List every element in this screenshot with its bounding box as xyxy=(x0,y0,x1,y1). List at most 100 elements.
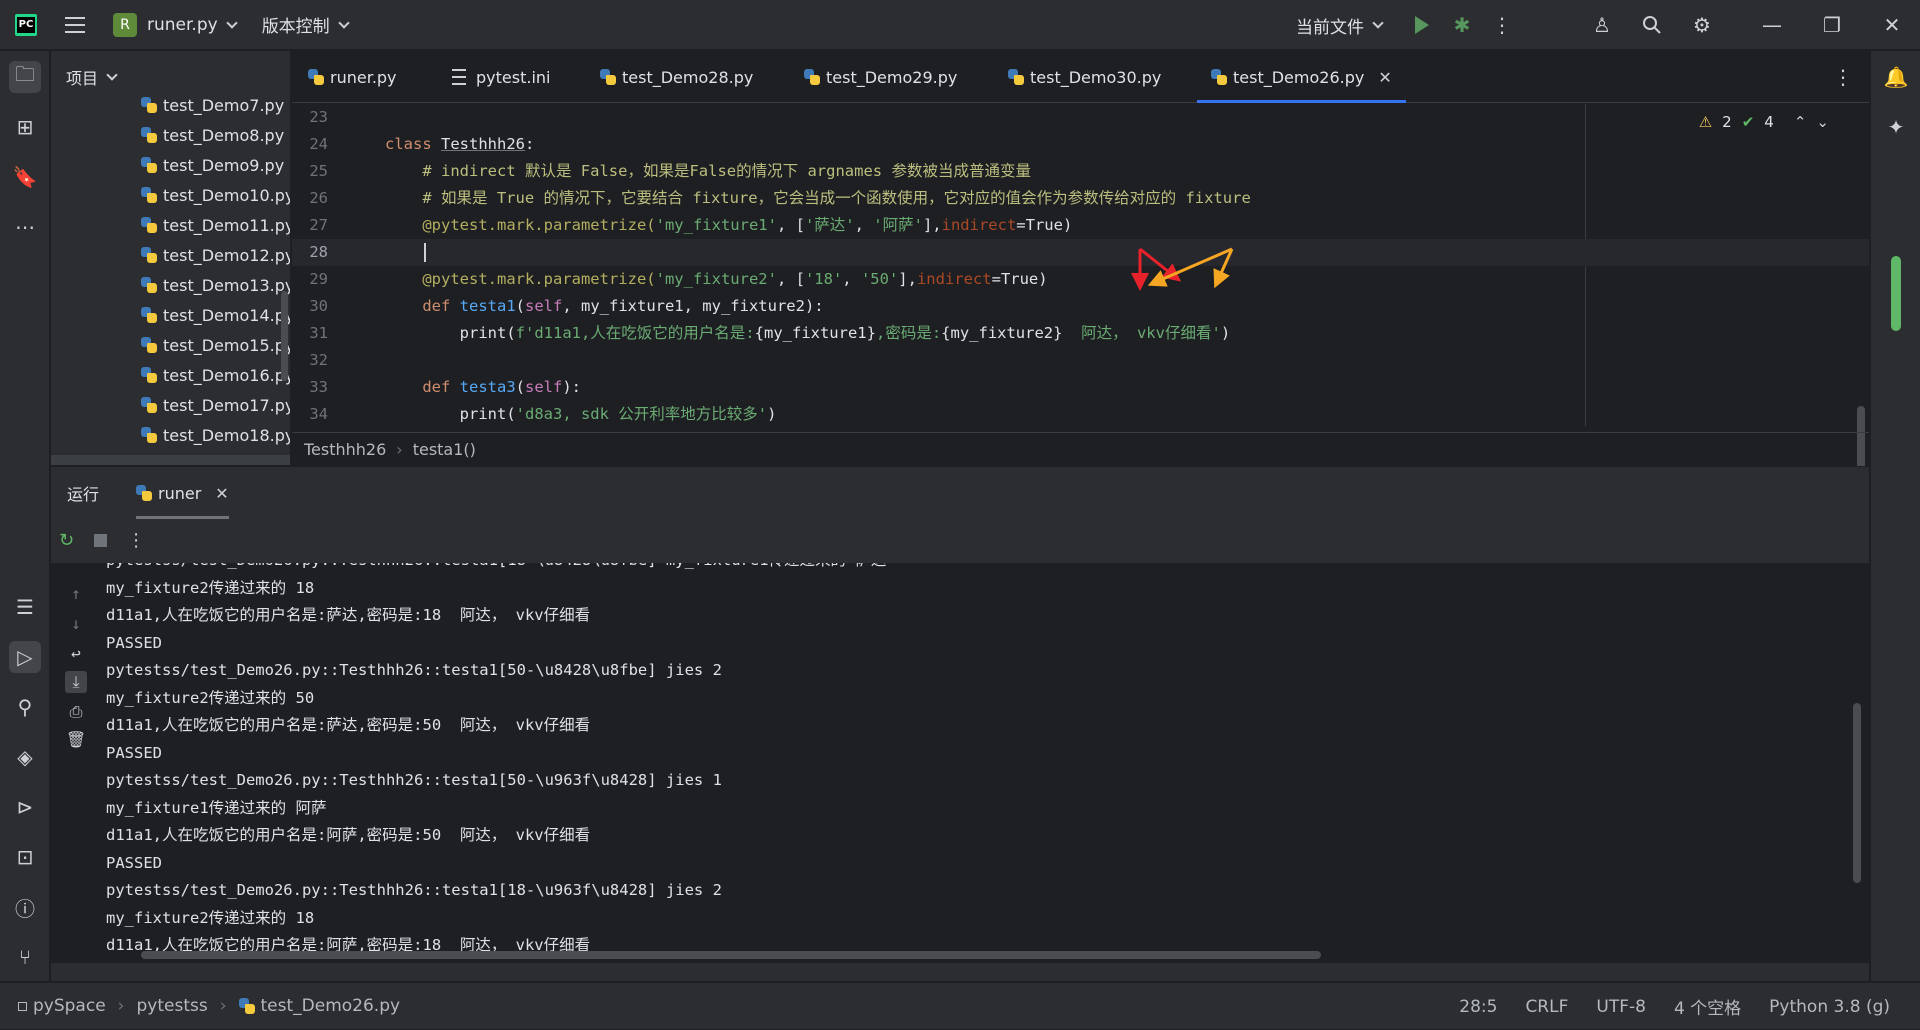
code-line: @pytest.mark.parametrize('my_fixture2', … xyxy=(385,270,1048,288)
bookmarks-tool-button[interactable]: 🔖 xyxy=(9,161,41,193)
project-file-item[interactable]: test_Demo11.py xyxy=(141,210,290,240)
project-file-item[interactable]: test_Demo7.py xyxy=(141,90,284,120)
print-icon[interactable]: ⎙ xyxy=(65,701,87,723)
todo-tool-button[interactable]: ☰ xyxy=(9,591,41,623)
project-file-item[interactable]: test_Demo12.py xyxy=(141,240,291,270)
project-file-item[interactable]: test_Demo18.py xyxy=(141,420,290,450)
python-console-button[interactable]: ⚲ xyxy=(9,691,41,723)
soft-wrap-icon[interactable]: ↩ xyxy=(65,643,87,665)
project-file-item[interactable]: test_Demo9.py xyxy=(141,150,284,180)
main-menu-icon[interactable] xyxy=(65,16,85,33)
restore-button[interactable]: ❐ xyxy=(1812,5,1852,45)
project-tool-button[interactable]: 🗀 xyxy=(9,61,41,93)
file-encoding[interactable]: UTF-8 xyxy=(1596,997,1646,1017)
close-tab-icon[interactable]: ✕ xyxy=(1378,68,1391,87)
minimize-button[interactable]: — xyxy=(1752,5,1792,45)
git-button[interactable]: ⑂ xyxy=(9,941,41,973)
debug-button[interactable]: ✱ xyxy=(1442,5,1482,45)
close-window-button[interactable]: ✕ xyxy=(1872,5,1912,45)
run-button[interactable] xyxy=(1402,5,1442,45)
project-file-item[interactable]: test_Demo10.py xyxy=(141,180,290,210)
file-name: test_Demo12.py xyxy=(163,245,291,265)
code-area[interactable]: 23 24 class Testhhh26: 25 # indirect 默认是 … xyxy=(292,104,1869,426)
console-line: pytestss/test_Demo26.py::Testhhh26::test… xyxy=(106,563,886,574)
line-separator[interactable]: CRLF xyxy=(1525,997,1568,1017)
run-panel: 运行 runer ✕ ↻ ⋮ ↑ ↓ ↩ ⤓ ⎙ 🗑 pytestss/test… xyxy=(51,466,1869,981)
console-line: my_fixture2传递过来的 18 xyxy=(106,578,315,597)
console-hscrollbar[interactable] xyxy=(141,951,1321,959)
python-packages-button[interactable]: ◈ xyxy=(9,741,41,773)
run-tab-runer[interactable]: runer ✕ xyxy=(136,467,229,519)
tab-test-demo28[interactable]: test_Demo28.py xyxy=(600,51,753,103)
run-config-selector[interactable]: 当前文件 xyxy=(1296,13,1384,38)
console-line: my_fixture1传递过来的 阿萨 xyxy=(106,798,327,817)
arrow-up-icon[interactable]: ↑ xyxy=(65,583,87,605)
scroll-to-end-icon[interactable]: ⤓ xyxy=(65,671,87,693)
console-line: d11a1,人在吃饭它的用户名是:阿萨,密码是:50 阿达， vkv仔细看 xyxy=(106,826,591,844)
tab-test-demo26[interactable]: test_Demo26.py ✕ xyxy=(1197,51,1406,103)
project-file-item[interactable]: test_Demo8.py xyxy=(141,120,284,150)
more-horizontal-icon: ⋯ xyxy=(15,215,35,239)
project-badge[interactable]: R xyxy=(113,12,137,37)
sparkle-icon: ✦ xyxy=(1887,115,1905,139)
status-path-item[interactable]: test_Demo26.py xyxy=(261,996,401,1016)
project-file-item[interactable]: test_Demo13.py xyxy=(141,270,290,300)
arrow-down-icon[interactable]: ↓ xyxy=(65,613,87,635)
notifications-button[interactable]: 🔔 xyxy=(1880,61,1912,93)
indent-setting[interactable]: 4 个空格 xyxy=(1674,994,1741,1019)
structure-tool-button[interactable]: ⊞ xyxy=(9,111,41,143)
status-path-item[interactable]: pySpace xyxy=(33,996,106,1016)
python-interpreter[interactable]: Python 3.8 (g) xyxy=(1769,997,1890,1017)
memory-indicator xyxy=(1891,256,1901,331)
more-tools-button[interactable]: ⋯ xyxy=(9,211,41,243)
problems-button[interactable]: ⓘ xyxy=(9,891,41,923)
text-caret xyxy=(424,243,426,262)
more-actions-button[interactable]: ⋮ xyxy=(1482,5,1522,45)
chevron-down-icon xyxy=(106,69,118,81)
project-file-item[interactable]: test_Demo14.py xyxy=(141,300,290,330)
status-path-item[interactable]: pytestss xyxy=(136,996,207,1016)
chevron-down-icon xyxy=(338,16,350,29)
breadcrumb-item[interactable]: testa1() xyxy=(413,440,476,459)
trash-icon[interactable]: 🗑 xyxy=(65,729,87,751)
console-side-toolbar: ↑ ↓ ↩ ⤓ ⎙ 🗑 xyxy=(51,563,101,963)
vcs-menu[interactable]: 版本控制 xyxy=(261,12,350,37)
tab-pytest-ini[interactable]: pytest.ini xyxy=(452,51,550,103)
run-tool-button[interactable]: ▷ xyxy=(9,641,41,673)
tab-test-demo30[interactable]: test_Demo30.py xyxy=(1008,51,1161,103)
project-hscrollbar[interactable] xyxy=(51,455,290,465)
vcs-label: 版本控制 xyxy=(261,17,330,37)
python-file-icon xyxy=(141,217,157,233)
console-output[interactable]: ↑ ↓ ↩ ⤓ ⎙ 🗑 pytestss/test_Demo26.py::Tes… xyxy=(51,563,1869,963)
breadcrumb-item[interactable]: Testhhh26 xyxy=(304,440,386,459)
tab-label: test_Demo26.py xyxy=(1233,67,1365,87)
rerun-icon[interactable]: ↻ xyxy=(59,530,74,551)
restore-icon: ❐ xyxy=(1823,13,1841,37)
tab-runer-py[interactable]: runer.py xyxy=(308,51,397,103)
project-file-item[interactable]: test_Demo15.py xyxy=(141,330,290,360)
project-file-item[interactable]: test_Demo17.py xyxy=(141,390,290,420)
console-vscrollbar[interactable] xyxy=(1853,703,1861,883)
stop-icon[interactable] xyxy=(94,533,108,547)
line-number: 25 xyxy=(309,162,328,180)
bell-icon: 🔔 xyxy=(1883,65,1909,89)
terminal-button[interactable]: ⊡ xyxy=(9,841,41,873)
tabs-menu-icon[interactable]: ⋮ xyxy=(1833,65,1853,89)
more-vertical-icon[interactable]: ⋮ xyxy=(127,530,145,551)
ai-assistant-button[interactable]: ✦ xyxy=(1880,111,1912,143)
project-file-item[interactable]: test_Demo16.py xyxy=(141,360,290,390)
editor-tabs: runer.py pytest.ini test_Demo28.py test_… xyxy=(292,51,1869,103)
close-tab-icon[interactable]: ✕ xyxy=(215,484,228,503)
search-button[interactable] xyxy=(1632,5,1672,45)
project-selector[interactable]: runer.py xyxy=(147,15,238,35)
services-button[interactable]: ⊳ xyxy=(9,791,41,823)
python-file-icon xyxy=(136,485,152,501)
settings-button[interactable]: ⚙ xyxy=(1682,5,1722,45)
caret-position[interactable]: 28:5 xyxy=(1459,997,1497,1017)
add-user-button[interactable]: ♙ xyxy=(1582,5,1622,45)
folder-icon: 🗀 xyxy=(15,62,35,86)
tab-test-demo29[interactable]: test_Demo29.py xyxy=(804,51,957,103)
console-line: PASSED xyxy=(106,960,162,964)
python-file-icon xyxy=(141,157,157,173)
project-vscrollbar[interactable] xyxy=(281,291,288,381)
